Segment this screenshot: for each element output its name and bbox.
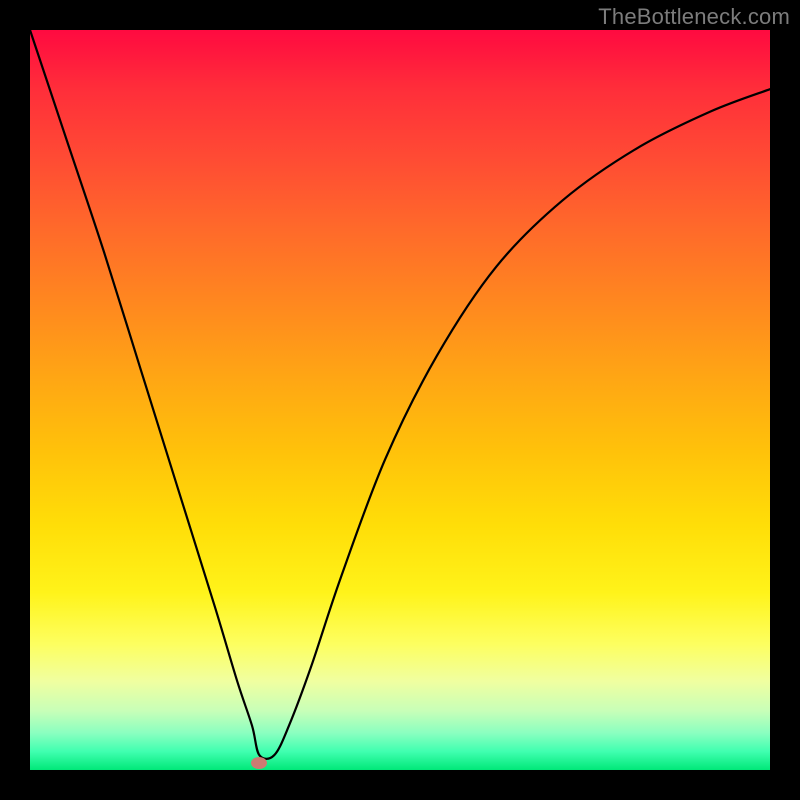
optimum-marker [251, 757, 267, 769]
watermark-text: TheBottleneck.com [598, 4, 790, 30]
chart-frame: TheBottleneck.com [0, 0, 800, 800]
bottleneck-curve [30, 30, 770, 770]
plot-area [30, 30, 770, 770]
